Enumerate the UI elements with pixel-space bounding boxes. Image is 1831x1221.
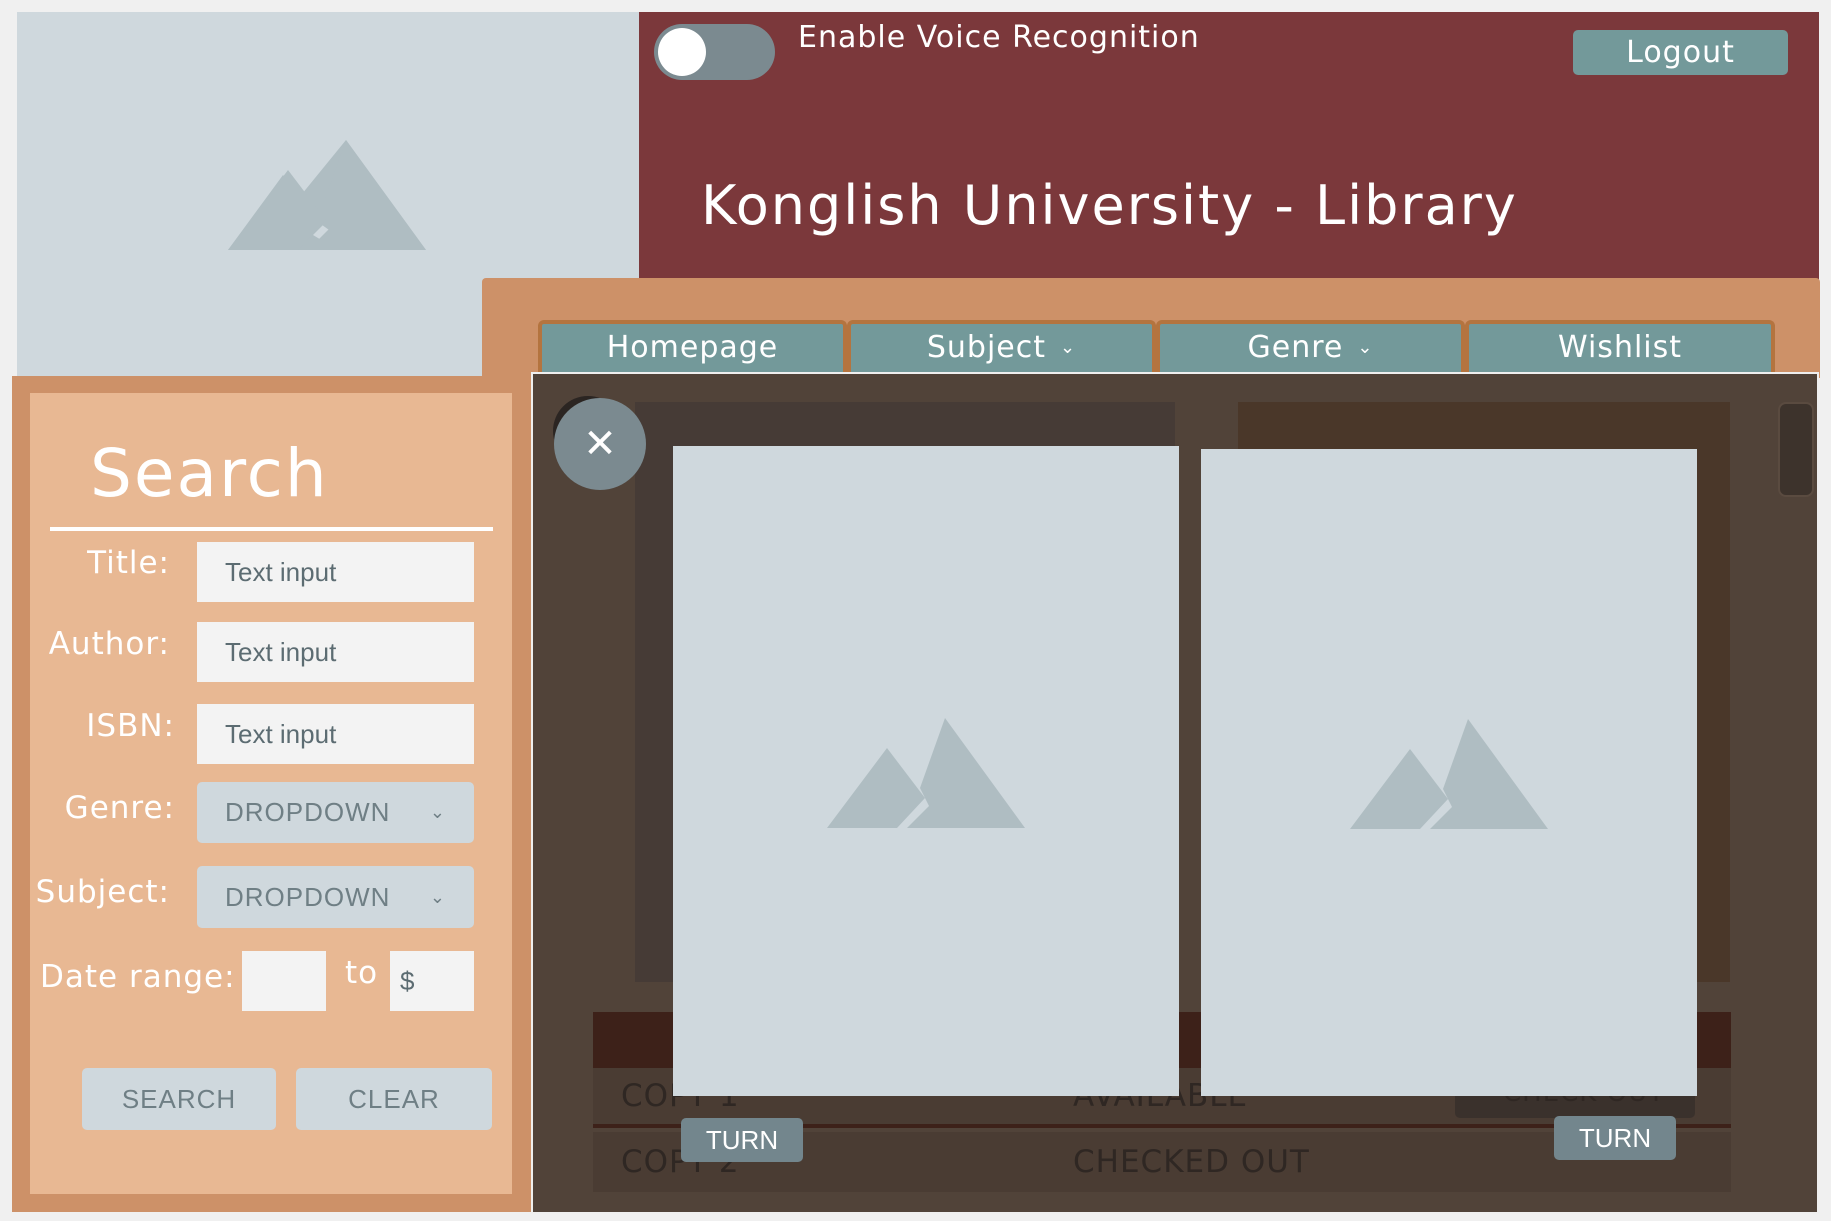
voice-recognition-label: Enable Voice Recognition <box>798 20 1200 55</box>
tab-homepage[interactable]: Homepage <box>538 320 847 376</box>
divider <box>50 527 493 531</box>
site-title: Konglish University - Library <box>701 174 1518 237</box>
tab-wishlist[interactable]: Wishlist <box>1465 320 1775 376</box>
search-form: Search Title: Text input Author: Text in… <box>30 393 512 1194</box>
status-cell: CHECKED OUT <box>1073 1144 1310 1180</box>
tab-label: Subject <box>926 329 1047 365</box>
toggle-knob[interactable] <box>658 28 706 76</box>
date-to-label: to <box>345 955 379 991</box>
close-modal-button[interactable]: ✕ <box>554 398 646 490</box>
tab-subject[interactable]: Subject ⌄ <box>847 320 1156 376</box>
header-banner: Enable Voice Recognition Logout Konglish… <box>639 12 1819 280</box>
subject-label: Subject: <box>35 874 170 910</box>
book-page-left <box>673 446 1179 1096</box>
genre-dropdown[interactable]: DROPDOWN ⌄ <box>197 782 474 843</box>
title-label: Title: <box>87 545 170 581</box>
turn-page-left-button[interactable]: TURN <box>681 1118 803 1162</box>
subject-dropdown[interactable]: DROPDOWN ⌄ <box>197 866 474 928</box>
logout-button[interactable]: Logout <box>1573 30 1788 75</box>
chevron-down-icon: ⌄ <box>1060 336 1077 358</box>
image-placeholder-icon <box>228 140 426 250</box>
date-range-label: Date range: <box>40 959 236 995</box>
chevron-down-icon: ⌄ <box>429 802 446 822</box>
search-heading: Search <box>90 435 329 512</box>
tab-label: Wishlist <box>1557 329 1683 365</box>
book-page-right <box>1201 449 1697 1096</box>
title-input[interactable]: Text input <box>197 542 474 602</box>
tab-label: Homepage <box>606 329 779 365</box>
dropdown-value: DROPDOWN <box>225 797 391 827</box>
turn-page-right-button[interactable]: TURN <box>1554 1116 1676 1160</box>
dropdown-value: DROPDOWN <box>225 881 391 912</box>
isbn-label: ISBN: <box>86 708 175 744</box>
image-placeholder-icon <box>1350 719 1548 829</box>
chevron-down-icon: ⌄ <box>429 886 446 907</box>
close-icon: ✕ <box>583 421 617 467</box>
voice-recognition-toggle[interactable] <box>654 24 775 80</box>
author-label: Author: <box>48 626 170 662</box>
date-from-input[interactable] <box>242 951 326 1011</box>
image-placeholder-icon <box>827 718 1025 828</box>
search-sidebar: Search Title: Text input Author: Text in… <box>12 376 532 1212</box>
isbn-input[interactable]: Text input <box>197 704 474 764</box>
tab-genre[interactable]: Genre ⌄ <box>1156 320 1465 376</box>
search-button[interactable]: SEARCH <box>82 1068 276 1130</box>
tab-label: Genre <box>1247 329 1344 365</box>
chevron-down-icon: ⌄ <box>1357 336 1374 358</box>
nav-bar: Homepage Subject ⌄ Genre ⌄ Wishlist <box>482 278 1820 378</box>
author-input[interactable]: Text input <box>197 622 474 682</box>
date-to-input[interactable]: $ <box>390 951 474 1011</box>
genre-label: Genre: <box>64 790 175 826</box>
scrollbar[interactable] <box>1778 402 1814 497</box>
clear-button[interactable]: CLEAR <box>296 1068 492 1130</box>
